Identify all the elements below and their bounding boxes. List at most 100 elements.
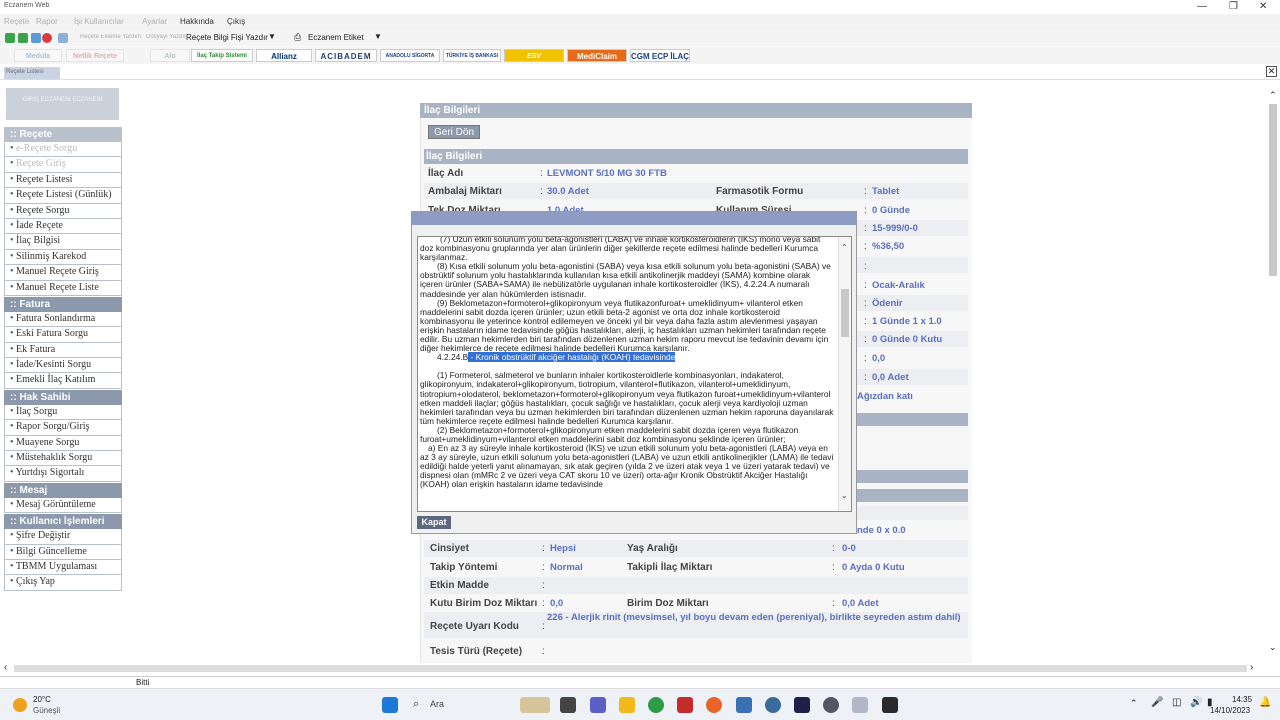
maximize-icon[interactable]: ❐ [1229, 1, 1238, 12]
status-text: Bitti [136, 678, 150, 687]
logo-acibadem[interactable]: ACIBADEM [315, 49, 377, 62]
windows-start-icon[interactable] [382, 697, 398, 713]
close-icon[interactable]: ✕ [1259, 1, 1267, 12]
print-icon[interactable] [58, 33, 68, 43]
app-icon[interactable] [765, 697, 781, 713]
clock-date[interactable]: 14/10/2023 [1210, 706, 1250, 715]
save-icon[interactable] [18, 33, 28, 43]
close-tab-icon[interactable]: ✕ [1266, 66, 1277, 77]
weather-temp[interactable]: 20°C [33, 695, 51, 704]
logo-mediclaim[interactable]: MediClaim [567, 49, 627, 62]
scroll-down-icon[interactable]: ⌄ [841, 491, 848, 500]
microphone-icon[interactable]: 🎤 [1151, 697, 1163, 708]
page-horizontal-scrollbar[interactable]: ‹ › [0, 662, 1264, 674]
menu-item-rapor[interactable]: Rapor [36, 17, 58, 26]
logo-netlik[interactable]: Netlik Reçete [66, 49, 124, 62]
search-icon[interactable]: ⌕ [413, 698, 419, 711]
sidebar-item-mesaj-goruntuleme[interactable]: Mesaj Görüntüleme [4, 497, 122, 514]
sidebar-item-ilac-sorgu[interactable]: İlaç Sorgu [4, 404, 122, 421]
dialog-paragraph: (8) Kısa etkili solunum yolu beta-agonis… [420, 261, 831, 299]
close-button[interactable]: Kapat [417, 516, 451, 529]
toolbar-faded-1[interactable]: Reçete Ekleme Yardım [80, 34, 141, 40]
chevron-down-icon[interactable]: ▼ [374, 32, 382, 41]
scroll-left-icon[interactable]: ‹ [4, 662, 7, 673]
toolbar-faded-2[interactable]: Dosyayı Yazdır [146, 34, 186, 40]
scroll-down-icon[interactable]: ⌄ [1269, 642, 1277, 653]
app-icon[interactable] [736, 697, 752, 713]
scroll-up-icon[interactable]: ⌃ [1269, 90, 1277, 101]
sidebar-item-silinmis-karekod[interactable]: Silinmiş Karekod [4, 249, 122, 266]
clock-time[interactable]: 14:35 [1232, 695, 1252, 704]
sidebar-item-recete-listesi[interactable]: Reçete Listesi [4, 172, 122, 189]
sidebar-item-e-recete-sorgu[interactable]: e-Reçete Sorgu [4, 142, 122, 158]
sidebar-item-recete-listesi-gunluk[interactable]: Reçete Listesi (Günlük) [4, 188, 122, 204]
scroll-up-icon[interactable]: ⌃ [841, 243, 848, 252]
new-icon[interactable] [5, 33, 15, 43]
sidebar-item-recete-sorgu[interactable]: Reçete Sorgu [4, 203, 122, 219]
sidebar-item-mustehaklik-sorgu[interactable]: Müstehaklık Sorgu [4, 451, 122, 467]
sidebar-item-rapor-sorgu[interactable]: Rapor Sorgu/Giriş [4, 420, 122, 436]
back-button[interactable]: Geri Dön [428, 125, 480, 139]
network-icon[interactable]: ◫ [1172, 697, 1181, 708]
scrollbar-thumb[interactable] [841, 289, 849, 337]
sidebar-item-fatura-sonlandirma[interactable]: Fatura Sonlandırma [4, 311, 122, 328]
sidebar-item-cikis-yap[interactable]: Çıkış Yap [4, 575, 122, 591]
sidebar-item-recete-giris[interactable]: Reçete Giriş [4, 157, 122, 173]
menu-item-cikis[interactable]: Çıkış [227, 17, 245, 26]
menu-item-hakkinda[interactable]: Hakkında [180, 17, 214, 26]
chevron-up-icon[interactable]: ⌃ [1130, 698, 1138, 709]
sidebar-item-ilac-bilgisi[interactable]: İlaç Bilgisi [4, 234, 122, 250]
eczanem-etiket-button[interactable]: Eczanem Etiket [308, 33, 364, 42]
sidebar-item-iade-kesinti-sorgu[interactable]: İade/Kesinti Sorgu [4, 358, 122, 374]
tab-recete-listesi[interactable]: Reçete Listesi [4, 67, 60, 79]
app-icon[interactable] [882, 697, 898, 713]
menu-item-ayarlar[interactable]: Ayarlar [142, 17, 167, 26]
stop-icon[interactable] [42, 33, 52, 43]
scrollbar-thumb[interactable] [14, 665, 1247, 672]
sidebar-item-iade-recete[interactable]: İade Reçete [4, 218, 122, 235]
logo-medula[interactable]: Medula [14, 49, 62, 62]
logo-anadolu-sigorta[interactable]: ANADOLU SİGORTA [380, 49, 440, 62]
logo-allianz[interactable]: Allianz [256, 49, 312, 62]
logo-cgm-ecp[interactable]: CGM ECP İLAÇ [630, 49, 690, 62]
teams-icon[interactable] [590, 697, 606, 713]
weather-city[interactable]: Güneşli [33, 706, 60, 715]
sidebar-item-manuel-recete-giris[interactable]: Manuel Reçete Giriş [4, 265, 122, 281]
scroll-right-icon[interactable]: › [1250, 662, 1253, 673]
firefox-icon[interactable] [706, 697, 722, 713]
app-icon[interactable] [823, 697, 839, 713]
dialog-scrollbar[interactable]: ⌃ ⌄ [838, 237, 851, 511]
logo-is-bankasi[interactable]: TÜRKİYE İŞ BANKASI [443, 49, 501, 62]
app-icon[interactable] [677, 697, 693, 713]
folder-icon[interactable] [619, 697, 635, 713]
scrollbar-thumb[interactable] [1269, 104, 1277, 276]
birim-value: 0,0 Adet [842, 598, 879, 609]
sidebar-item-sifre-degistir[interactable]: Şifre Değiştir [4, 529, 122, 545]
page-vertical-scrollbar[interactable]: ⌃ ⌄ [1266, 90, 1280, 658]
logo-esv[interactable]: ESV [504, 49, 564, 62]
volume-icon[interactable]: 🔊 [1190, 697, 1202, 708]
sidebar-item-manuel-recete-liste[interactable]: Manuel Reçete Liste [4, 280, 122, 296]
sidebar-item-yurtdisi-sigortali[interactable]: Yurtdışı Sigortalı [4, 466, 122, 482]
refresh-icon[interactable] [31, 33, 41, 43]
notification-icon[interactable]: 🔔 [1259, 697, 1271, 708]
chrome-icon[interactable] [648, 697, 664, 713]
task-view-icon[interactable] [560, 697, 576, 713]
sidebar-item-eski-fatura-sorgu[interactable]: Eski Fatura Sorgu [4, 327, 122, 343]
chevron-down-icon[interactable]: ▼ [268, 32, 276, 41]
sidebar-item-emekli-ilac-katilim[interactable]: Emekli İlaç Katılım [4, 373, 122, 389]
menu-item-kullanicilar[interactable]: İşi Kullanıcılar [74, 17, 124, 26]
print-receipt-button[interactable]: Reçete Bilgi Fişi Yazdır [186, 33, 268, 42]
sidebar-item-muayene-sorgu[interactable]: Muayene Sorgu [4, 435, 122, 452]
premiere-icon[interactable] [794, 697, 810, 713]
sidebar-item-ek-fatura[interactable]: Ek Fatura [4, 342, 122, 359]
app-icon[interactable] [852, 697, 868, 713]
logo-its[interactable]: İlaç Takip Sistemi [191, 49, 253, 62]
logo-alo[interactable]: Alo [150, 49, 190, 62]
dialog-text-area[interactable]: (7) Uzun etkili solunum yolu beta-agonis… [417, 236, 852, 512]
sidebar-item-tbmm[interactable]: TBMM Uygulaması [4, 559, 122, 576]
sidebar-item-bilgi-guncelleme[interactable]: Bilgi Güncelleme [4, 544, 122, 560]
menu-item-recete[interactable]: Reçete [4, 17, 29, 26]
minimize-icon[interactable]: — [1197, 1, 1207, 12]
taskbar-search[interactable]: Ara [430, 699, 444, 709]
